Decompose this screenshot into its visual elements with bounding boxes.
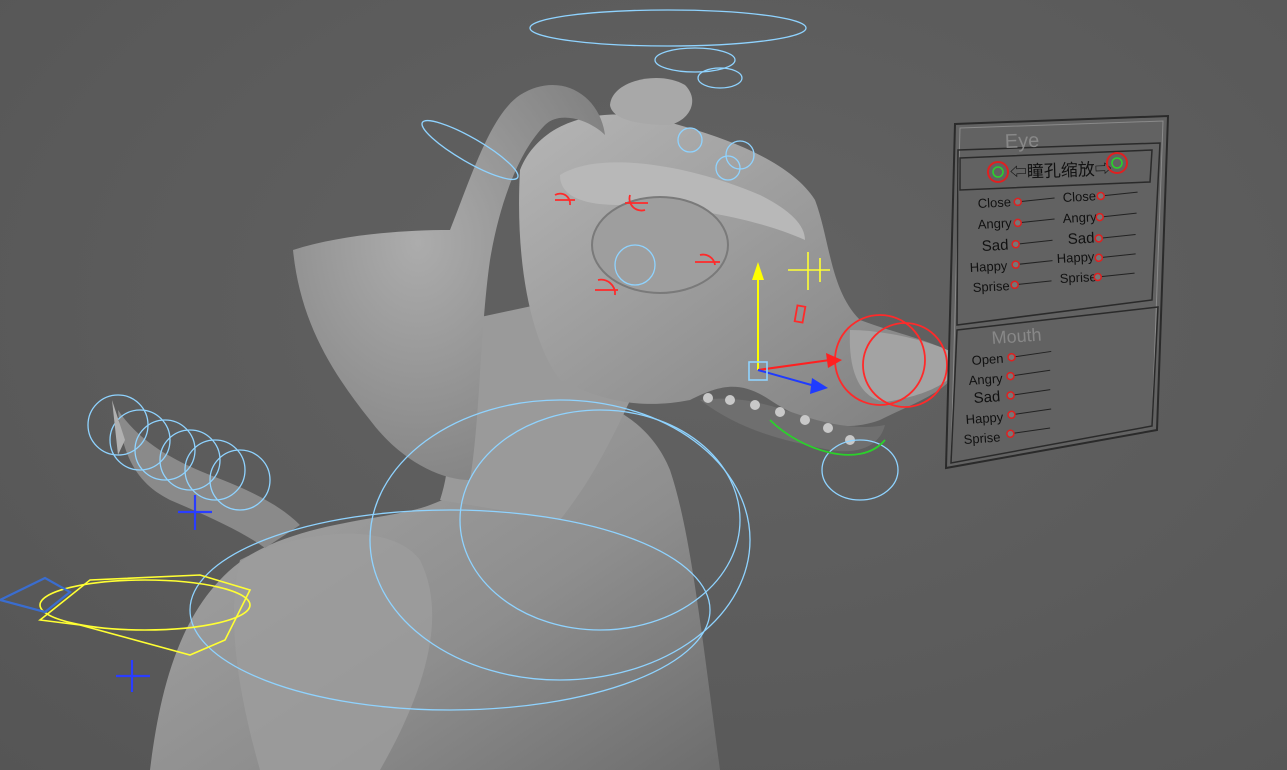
slider-label: Sad bbox=[1067, 230, 1095, 248]
slider-handle[interactable] bbox=[1007, 352, 1016, 362]
ear-base-control[interactable] bbox=[697, 67, 743, 89]
slider-label: Angry bbox=[1062, 209, 1097, 226]
face-control-panel[interactable]: Eye ⇦瞳孔缩放⇨ Close Angry Sad Happy Sprise … bbox=[944, 114, 1170, 470]
viewport-scene[interactable]: Eye ⇦瞳孔缩放⇨ Close Angry Sad Happy Sprise … bbox=[0, 0, 1287, 770]
slider-handle[interactable] bbox=[1093, 272, 1102, 282]
dog-snout-mesh bbox=[849, 330, 962, 402]
slider-handle[interactable] bbox=[1011, 260, 1020, 269]
slider-label: Angry bbox=[968, 371, 1003, 388]
slider-handle[interactable] bbox=[1095, 212, 1104, 222]
slider-handle[interactable] bbox=[1094, 253, 1104, 263]
dog-tail-mesh[interactable] bbox=[118, 410, 300, 548]
slider-label: Close bbox=[977, 194, 1011, 211]
pupil-scale-label: ⇦瞳孔缩放⇨ bbox=[1009, 159, 1112, 182]
leg-pole-vector[interactable] bbox=[116, 660, 150, 692]
slider-label: Sprise bbox=[963, 429, 1001, 447]
eye-section-title: Eye bbox=[1004, 130, 1039, 153]
slider-label: Sad bbox=[973, 388, 1001, 407]
slider-label: Open bbox=[971, 351, 1004, 368]
slider-label: Angry bbox=[977, 215, 1012, 232]
slider-handle[interactable] bbox=[1096, 191, 1105, 201]
mouth-section-title: Mouth bbox=[991, 325, 1042, 348]
slider-handle[interactable] bbox=[1011, 239, 1020, 249]
slider-label: Sprise bbox=[1059, 269, 1097, 286]
maya-viewport[interactable]: Eye ⇦瞳孔缩放⇨ Close Angry Sad Happy Sprise … bbox=[0, 0, 1287, 770]
slider-handle[interactable] bbox=[1007, 410, 1016, 420]
slider-label: Happy bbox=[965, 409, 1004, 427]
dog-head-knob-mesh bbox=[610, 77, 693, 125]
head-master-control[interactable] bbox=[529, 9, 807, 47]
slider-label: Happy bbox=[1056, 249, 1095, 266]
slider-handle[interactable] bbox=[1006, 391, 1015, 400]
slider-label: Sprise bbox=[972, 278, 1010, 295]
slider-handle[interactable] bbox=[1013, 218, 1022, 228]
slider-handle[interactable] bbox=[1006, 371, 1015, 381]
back-ik-control[interactable] bbox=[0, 576, 72, 614]
dog-model[interactable] bbox=[118, 77, 962, 770]
slider-handle[interactable] bbox=[1010, 280, 1019, 290]
slider-handle[interactable] bbox=[1006, 429, 1015, 438]
slider-label: Happy bbox=[969, 258, 1008, 275]
slider-handle[interactable] bbox=[1094, 234, 1103, 243]
dog-eye-mesh bbox=[591, 196, 729, 294]
slider-handle[interactable] bbox=[1013, 197, 1022, 207]
slider-label: Sad bbox=[981, 237, 1009, 255]
slider-label: Close bbox=[1062, 188, 1096, 205]
